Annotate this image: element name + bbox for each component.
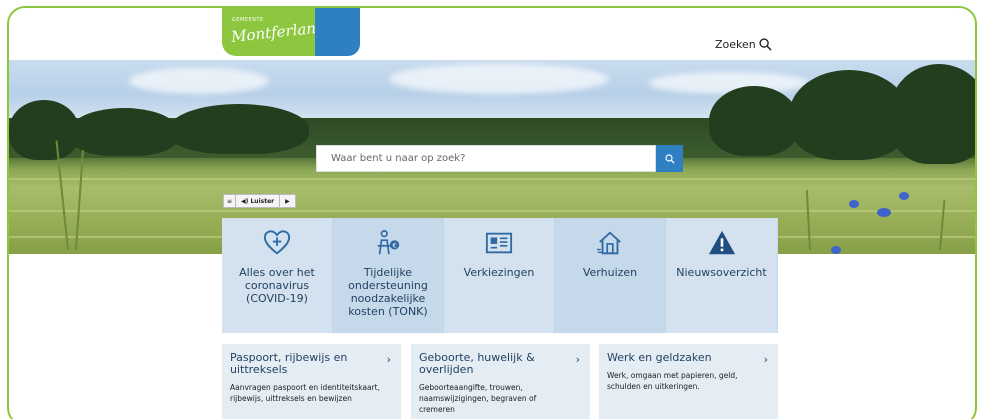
play-icon[interactable]: ▶ <box>280 195 295 207</box>
search-input[interactable] <box>317 146 655 171</box>
logo-blue-block <box>315 8 360 56</box>
card-title: Paspoort, rijbewijs en uittreksels <box>230 351 348 376</box>
ballot-card-icon <box>485 232 513 254</box>
logo-subtitle: GEMEENTE <box>232 17 264 23</box>
speaker-icon: ◀) <box>241 197 251 205</box>
card-paspoort[interactable]: Paspoort, rijbewijs en uittreksels › Aan… <box>222 344 401 419</box>
search-icon <box>664 153 675 164</box>
listen-label: Luister <box>250 197 275 205</box>
search-link[interactable]: Zoeken <box>715 38 772 51</box>
chevron-right-icon: › <box>386 353 391 366</box>
tile-label: Verhuizen <box>582 266 638 279</box>
search-field-container <box>316 145 656 172</box>
warning-icon <box>708 230 735 255</box>
heart-plus-icon <box>263 230 291 255</box>
search-link-label: Zoeken <box>715 38 756 51</box>
municipality-logo[interactable]: GEMEENTE Montferland <box>222 8 326 56</box>
tile-verkiezingen[interactable]: Verkiezingen <box>444 218 555 333</box>
house-move-icon <box>596 231 621 255</box>
card-geboorte[interactable]: Geboorte, huwelijk & overlijden › Geboor… <box>411 344 590 419</box>
card-description: Werk, omgaan met papieren, geld, schulde… <box>607 371 738 391</box>
card-title: Werk en geldzaken <box>607 351 712 364</box>
tile-label: Alles over het coronavirus (COVID-19) <box>239 266 315 305</box>
listen-button[interactable]: ◀) Luister <box>236 195 281 207</box>
tile-label: Verkiezingen <box>463 266 535 279</box>
read-aloud-widget[interactable]: ≡ ◀) Luister ▶ <box>223 194 296 208</box>
tile-verhuizen[interactable]: Verhuizen <box>555 218 666 333</box>
card-werk[interactable]: Werk en geldzaken › Werk, omgaan met pap… <box>599 344 778 419</box>
card-title: Geboorte, huwelijk & overlijden <box>419 351 535 376</box>
tile-label: Tijdelijke ondersteuning noodzakelijke k… <box>348 266 428 318</box>
menu-icon[interactable]: ≡ <box>224 195 237 207</box>
search-button[interactable] <box>656 145 683 172</box>
tile-label: Nieuwsoverzicht <box>676 266 767 279</box>
card-description: Aanvragen paspoort en identiteitskaart, … <box>230 383 381 403</box>
tile-coronavirus[interactable]: Alles over het coronavirus (COVID-19) <box>222 218 333 333</box>
svg-text:€: € <box>392 242 396 250</box>
card-description: Geboorteaangifte, trouwen, naamswijzigin… <box>419 383 537 414</box>
chevron-right-icon: › <box>763 353 768 366</box>
chevron-right-icon: › <box>575 353 580 366</box>
search-icon <box>759 38 772 51</box>
browser-frame: GEMEENTE Montferland Zoeken Waar bent u … <box>7 6 977 419</box>
quick-links: Alles over het coronavirus (COVID-19) € … <box>222 218 778 333</box>
tile-tonk[interactable]: € Tijdelijke ondersteuning noodzakelijke… <box>333 218 444 333</box>
tile-nieuwsoverzicht[interactable]: Nieuwsoverzicht <box>666 218 777 333</box>
person-money-icon: € <box>377 230 400 255</box>
